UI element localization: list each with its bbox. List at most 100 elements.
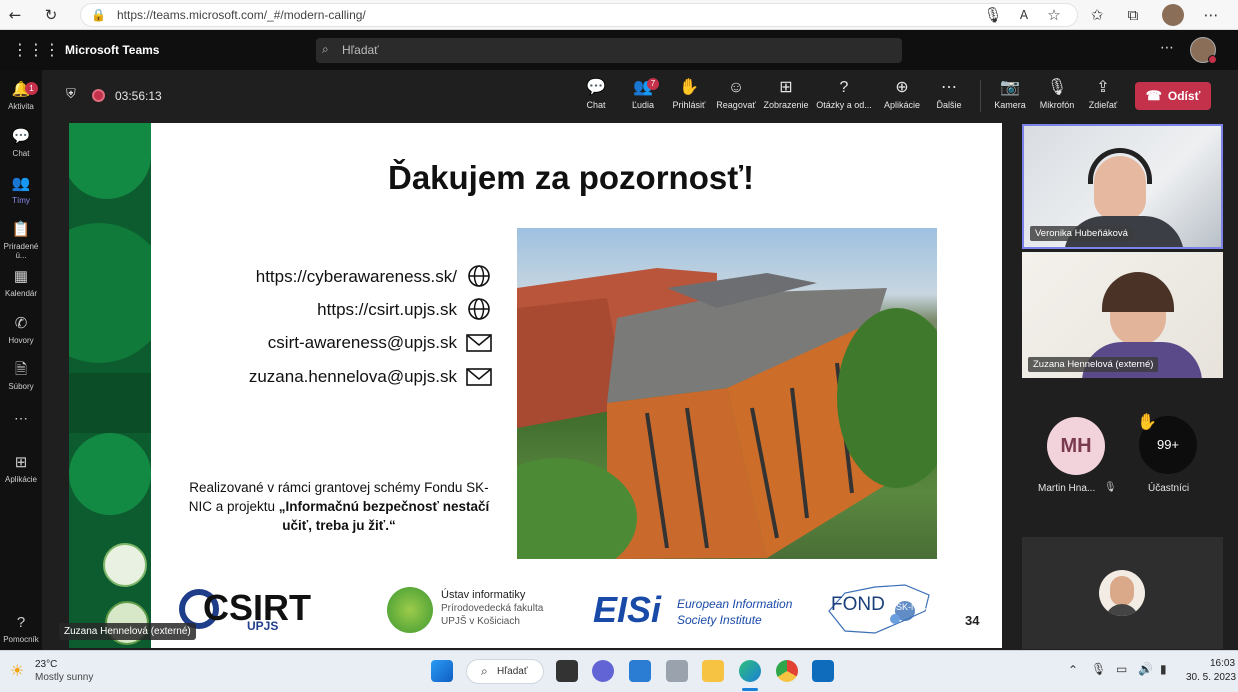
more-button[interactable]: ⋯ Ďalšie bbox=[923, 78, 975, 110]
search-placeholder: Hľadať bbox=[342, 43, 379, 57]
self-view-tile[interactable] bbox=[1022, 537, 1223, 649]
teams-chat-icon[interactable] bbox=[592, 660, 614, 682]
microphone-tray-icon[interactable]: 🎙 bbox=[1091, 662, 1106, 676]
active-app-indicator bbox=[742, 688, 758, 691]
apps-button[interactable]: ⊕ Aplikácie bbox=[876, 78, 928, 110]
building-photo bbox=[517, 228, 937, 559]
teams-header: ⋮⋮⋮ Microsoft Teams ⌕ Hľadať ⋯ bbox=[0, 30, 1238, 70]
rail-item-calendar[interactable]: ▦ Kalendár bbox=[0, 267, 42, 298]
microphone-button[interactable]: 🎙 Mikrofón bbox=[1031, 78, 1083, 110]
volume-icon[interactable]: 🔊 bbox=[1138, 662, 1153, 676]
favorite-icon[interactable]: ☆ bbox=[1043, 4, 1065, 26]
participant-tile[interactable]: Veronika Hubeňáková bbox=[1022, 124, 1223, 249]
chat-button[interactable]: 💬 Chat bbox=[570, 78, 622, 110]
control-label: Ľudia bbox=[631, 100, 655, 110]
start-icon[interactable] bbox=[431, 660, 453, 682]
clock-date[interactable]: 30. 5. 2023 bbox=[1186, 672, 1236, 683]
user-avatar[interactable] bbox=[1190, 37, 1217, 64]
rail-item-activity[interactable]: 🔔 Aktivita 1 bbox=[0, 80, 42, 111]
grant-text: Realizované v rámci grantovej schémy Fon… bbox=[179, 478, 499, 535]
mail-icon bbox=[466, 368, 492, 386]
settings-more-icon[interactable]: ⋯ bbox=[1160, 40, 1174, 56]
network-icon[interactable]: ▭ bbox=[1116, 662, 1127, 676]
outlook-icon[interactable] bbox=[812, 660, 834, 682]
slide-title: Ďakujem za pozornosť! bbox=[387, 159, 755, 196]
headset-icon bbox=[1088, 148, 1152, 184]
battery-icon[interactable]: ▮ bbox=[1160, 662, 1167, 676]
profile-avatar[interactable] bbox=[1162, 4, 1184, 26]
mic-off-icon: 🎙 bbox=[1104, 482, 1117, 493]
calculator-icon[interactable] bbox=[666, 660, 688, 682]
eisi-text: EISi bbox=[593, 589, 662, 630]
search-icon: ⌕ bbox=[322, 42, 329, 56]
assignments-icon: 📋 bbox=[11, 221, 31, 238]
control-label: Chat bbox=[586, 100, 606, 110]
eisi-logo: EISi European Information Society Instit… bbox=[593, 585, 803, 633]
chat-icon: 💬 bbox=[11, 128, 31, 145]
weather-text: Mostly sunny bbox=[35, 672, 94, 683]
rail-item-help[interactable]: ? Pomocník bbox=[0, 613, 42, 644]
shield-icon: ⛨ bbox=[66, 87, 76, 102]
leave-button[interactable]: ☎ Odísť bbox=[1135, 82, 1211, 110]
chat-icon: 💬 bbox=[586, 79, 606, 96]
building-illustration bbox=[517, 268, 937, 559]
task-view-icon[interactable] bbox=[556, 660, 578, 682]
raise-hand-button[interactable]: ✋ Prihlásiť bbox=[663, 78, 715, 110]
camera-off-icon: 📷 bbox=[1000, 79, 1020, 96]
back-icon[interactable]: ← bbox=[4, 4, 26, 26]
rail-item-teams[interactable]: 👥 Tímy bbox=[0, 174, 42, 205]
rail-item-calls[interactable]: ✆ Hovory bbox=[0, 314, 42, 345]
control-label: Mikrofón bbox=[1039, 100, 1075, 110]
people-button[interactable]: 👥 Ľudia 7 bbox=[617, 78, 669, 110]
presenter-tag: Zuzana Hennelová (externé) bbox=[59, 623, 196, 640]
app-launcher-icon[interactable]: ⋮⋮⋮ bbox=[12, 41, 60, 59]
taskbar-search[interactable]: ⌕ Hľadať bbox=[466, 659, 544, 684]
mail-icon bbox=[466, 334, 492, 352]
favorites-icon[interactable]: ✩ bbox=[1086, 4, 1108, 26]
camera-button[interactable]: 📷 Kamera bbox=[984, 78, 1036, 110]
file-explorer-icon[interactable] bbox=[702, 660, 724, 682]
people-badge: 7 bbox=[647, 78, 659, 90]
rail-item-files[interactable]: 🗎 Súbory bbox=[0, 360, 42, 391]
chevron-up-icon[interactable]: ⌃ bbox=[1068, 663, 1078, 677]
globe-icon bbox=[468, 265, 490, 287]
clock-time[interactable]: 16:03 bbox=[1210, 658, 1235, 669]
slide-decoration bbox=[69, 123, 151, 648]
search-input[interactable]: ⌕ Hľadať bbox=[316, 38, 902, 63]
participant-hair bbox=[1102, 272, 1174, 312]
taskbar-search-label: Hľadať bbox=[497, 666, 528, 677]
rail-item-apps[interactable]: ⊞ Aplikácie bbox=[0, 453, 42, 484]
collections-icon[interactable]: ⧉ bbox=[1122, 4, 1144, 26]
browser-menu-icon[interactable]: ⋯ bbox=[1200, 4, 1222, 26]
slide-link: zuzana.hennelova@upjs.sk bbox=[248, 367, 457, 386]
self-face bbox=[1110, 576, 1134, 606]
react-button[interactable]: ☺ Reagovať bbox=[710, 78, 762, 110]
slide-link: csirt-awareness@upjs.sk bbox=[267, 333, 457, 352]
store-icon[interactable] bbox=[629, 660, 651, 682]
raise-hand-icon: ✋ bbox=[679, 79, 699, 96]
meeting-timer: 03:56:13 bbox=[115, 89, 162, 103]
meeting-controls: ⛨ 03:56:13 💬 Chat 👥 Ľudia 7 ✋ Prihlásiť ☺ Re… bbox=[50, 70, 1238, 120]
rail-item-assignments[interactable]: 📋 Priradené ú... bbox=[0, 220, 42, 260]
status-badge bbox=[1208, 55, 1217, 64]
url-text: https://teams.microsoft.com/_#/modern-ca… bbox=[117, 8, 366, 22]
refresh-icon[interactable]: ↻ bbox=[40, 4, 62, 26]
participant-avatar-mh[interactable]: MH bbox=[1047, 417, 1105, 475]
read-aloud-mic-icon[interactable]: 🎙 bbox=[982, 4, 1004, 26]
rail-more-icon[interactable]: ⋯ bbox=[0, 410, 42, 427]
ustav-line3: UPJŠ v Košiciach bbox=[441, 616, 520, 627]
temperature: 23°C bbox=[35, 659, 58, 670]
rail-label: Priradené ú... bbox=[3, 242, 39, 260]
edge-icon[interactable] bbox=[739, 660, 761, 682]
recording-icon bbox=[92, 89, 105, 102]
participant-name: Martin Hna... bbox=[1038, 483, 1096, 494]
share-button[interactable]: ⇪ Zdieľať bbox=[1077, 78, 1129, 110]
read-aloud-icon[interactable]: A bbox=[1013, 4, 1035, 26]
participant-tile[interactable]: Zuzana Hennelová (externé) bbox=[1022, 252, 1223, 378]
address-bar[interactable]: 🔒 https://teams.microsoft.com/_#/modern-… bbox=[80, 3, 1078, 27]
rail-item-chat[interactable]: 💬 Chat bbox=[0, 127, 42, 158]
chrome-icon[interactable] bbox=[776, 660, 798, 682]
participant-name: Zuzana Hennelová (externé) bbox=[1028, 357, 1159, 372]
view-button[interactable]: ⊞ Zobrazenie bbox=[760, 78, 812, 110]
qa-button[interactable]: ? Otázky a od... bbox=[814, 78, 874, 110]
